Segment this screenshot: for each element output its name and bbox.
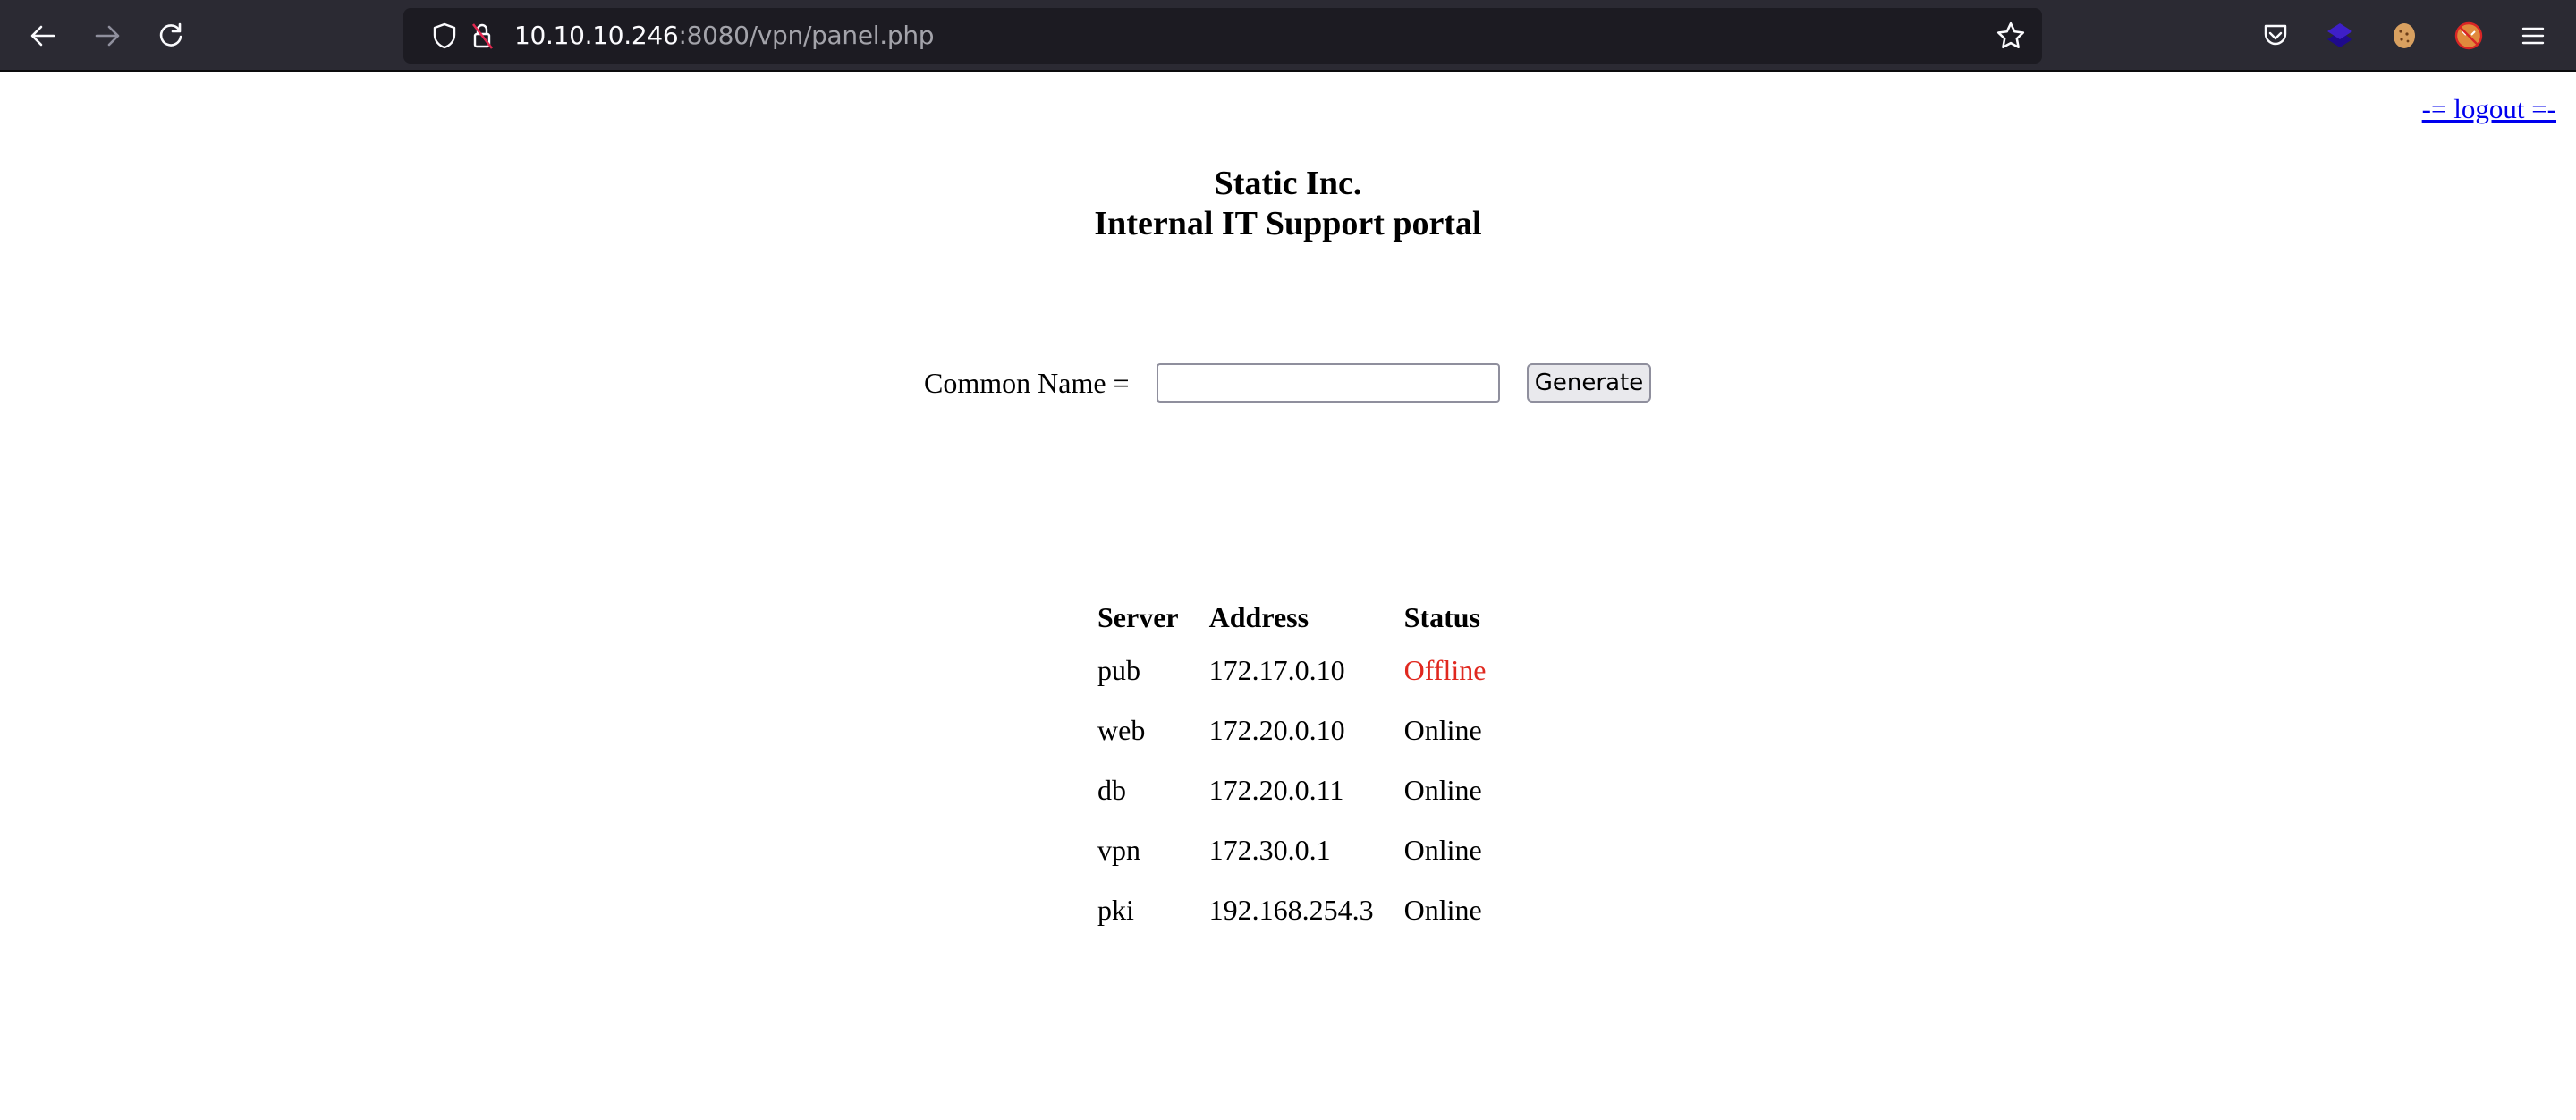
company-name: Static Inc. xyxy=(1214,165,1362,202)
table-row: vpn 172.30.0.1 Online xyxy=(1094,820,1489,880)
server-address: 172.20.0.10 xyxy=(1208,714,1345,746)
table-row: db 172.20.0.11 Online xyxy=(1094,760,1489,820)
server-address: 172.20.0.11 xyxy=(1208,774,1344,806)
server-status-table: Server Address Status pub 172.17.0.10 Of… xyxy=(1094,594,1489,940)
arrow-right-icon xyxy=(95,25,120,47)
logout-link[interactable]: -= logout =- xyxy=(2422,93,2556,125)
server-address: 192.168.254.3 xyxy=(1208,894,1374,926)
column-header-status: Status xyxy=(1403,600,1480,633)
reload-button[interactable] xyxy=(149,14,192,57)
server-name: vpn xyxy=(1097,834,1140,866)
table-header-row: Server Address Status xyxy=(1094,594,1489,641)
blocked-fox-extension-icon xyxy=(2454,21,2483,50)
layers-extension-button[interactable] xyxy=(2322,18,2358,54)
table-row: pub 172.17.0.10 Offline xyxy=(1094,641,1489,700)
pocket-icon xyxy=(2264,24,2287,46)
back-button[interactable] xyxy=(21,14,64,57)
arrow-left-icon xyxy=(30,25,55,47)
common-name-input[interactable] xyxy=(1157,363,1500,403)
insecure-lock-icon[interactable] xyxy=(468,21,496,50)
server-status: Offline xyxy=(1403,654,1487,686)
url-path: :8080/vpn/panel.php xyxy=(678,21,935,50)
bookmark-star-icon[interactable] xyxy=(1996,21,2026,51)
server-name: pki xyxy=(1097,894,1134,926)
browser-toolbar: 10.10.10.246:8080/vpn/panel.php xyxy=(0,0,2576,72)
reload-icon xyxy=(159,22,182,47)
server-status: Online xyxy=(1403,834,1482,866)
server-address: 172.17.0.10 xyxy=(1208,654,1345,686)
pocket-button[interactable] xyxy=(2258,18,2293,54)
layers-extension-icon xyxy=(2327,23,2352,47)
url-text[interactable]: 10.10.10.246:8080/vpn/panel.php xyxy=(514,8,935,64)
table-row: web 172.20.0.10 Online xyxy=(1094,700,1489,760)
hamburger-menu-icon xyxy=(2521,27,2545,45)
cookie-extension-button[interactable] xyxy=(2386,18,2422,54)
app-menu-button[interactable] xyxy=(2515,18,2551,54)
portal-name: Internal IT Support portal xyxy=(1094,205,1482,242)
server-name: pub xyxy=(1097,654,1140,686)
column-header-server: Server xyxy=(1097,600,1179,633)
blocked-fox-extension-button[interactable] xyxy=(2451,18,2487,54)
cookie-extension-icon xyxy=(2394,23,2415,48)
server-status: Online xyxy=(1403,774,1482,806)
server-address: 172.30.0.1 xyxy=(1208,834,1331,866)
common-name-label: Common Name = xyxy=(924,367,1130,399)
url-bar[interactable]: 10.10.10.246:8080/vpn/panel.php xyxy=(403,8,2042,64)
generate-button[interactable]: Generate xyxy=(1527,363,1651,403)
server-status: Online xyxy=(1403,894,1482,926)
forward-button[interactable] xyxy=(86,14,129,57)
url-host: 10.10.10.246 xyxy=(514,21,679,50)
shield-icon[interactable] xyxy=(430,21,459,50)
column-header-address: Address xyxy=(1208,600,1309,633)
table-row: pki 192.168.254.3 Online xyxy=(1094,880,1489,940)
common-name-form: Common Name = Generate xyxy=(0,361,2576,404)
server-status: Online xyxy=(1403,714,1482,746)
page-title: Static Inc. Internal IT Support portal xyxy=(0,164,2576,244)
server-name: db xyxy=(1097,774,1126,806)
server-name: web xyxy=(1097,714,1146,746)
